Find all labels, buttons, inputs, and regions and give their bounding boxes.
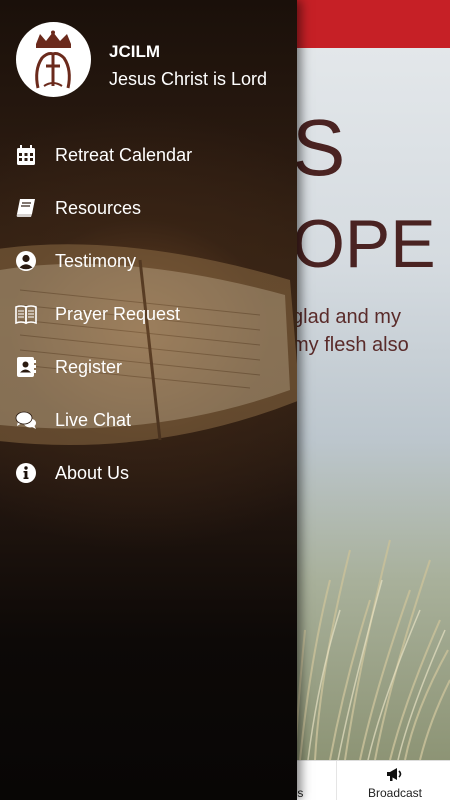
app-logo bbox=[16, 22, 91, 97]
open-book-icon bbox=[14, 302, 38, 326]
menu-item-label: Live Chat bbox=[55, 410, 132, 430]
menu-item-live-chat[interactable]: Live Chat bbox=[0, 394, 297, 447]
hero-verse-line1: glad and my bbox=[292, 306, 401, 328]
menu-item-resources[interactable]: Resources bbox=[0, 182, 297, 235]
megaphone-icon bbox=[387, 768, 402, 781]
menu-item-label: Prayer Request bbox=[55, 304, 181, 324]
menu-item-label: Retreat Calendar bbox=[55, 145, 193, 165]
hero-heading-line1: S bbox=[292, 103, 348, 192]
bottom-nav-divider bbox=[336, 761, 337, 800]
hero-heading-line2: OPE bbox=[292, 206, 436, 282]
bottom-nav-broadcast-tab[interactable]: Broadcast bbox=[350, 760, 440, 800]
menu-item-label: Register bbox=[55, 357, 123, 377]
menu-item-retreat-calendar[interactable]: Retreat Calendar bbox=[0, 129, 297, 182]
menu-item-prayer-request[interactable]: Prayer Request bbox=[0, 288, 297, 341]
app-subtitle: Jesus Christ is Lord bbox=[109, 69, 268, 89]
drawer-header: JCILM Jesus Christ is Lord bbox=[0, 0, 297, 120]
navigation-drawer: JCILM Jesus Christ is Lord Retreat Calen… bbox=[0, 0, 297, 800]
hero-verse-line2: my flesh also bbox=[292, 334, 409, 356]
menu-item-testimony[interactable]: Testimony bbox=[0, 235, 297, 288]
crown-monogram-logo bbox=[35, 30, 71, 89]
chat-bubbles-icon bbox=[14, 408, 38, 432]
hero-verse: glad and my my flesh also bbox=[292, 303, 409, 359]
info-icon bbox=[14, 461, 38, 485]
drawer-menu: Retreat Calendar Resources Testimony Pra… bbox=[0, 129, 297, 500]
menu-item-label: Resources bbox=[55, 198, 142, 218]
app-name: JCILM bbox=[109, 42, 160, 61]
menu-item-about-us[interactable]: About Us bbox=[0, 447, 297, 500]
book-icon bbox=[14, 196, 38, 220]
contact-card-icon bbox=[14, 355, 38, 379]
menu-item-label: Testimony bbox=[55, 251, 137, 271]
bottom-nav-broadcast-label: Broadcast bbox=[367, 786, 423, 800]
calendar-icon bbox=[14, 143, 38, 167]
user-circle-icon bbox=[14, 249, 38, 273]
grass-illustration bbox=[294, 539, 450, 760]
menu-item-register[interactable]: Register bbox=[0, 341, 297, 394]
menu-item-label: About Us bbox=[55, 463, 130, 483]
